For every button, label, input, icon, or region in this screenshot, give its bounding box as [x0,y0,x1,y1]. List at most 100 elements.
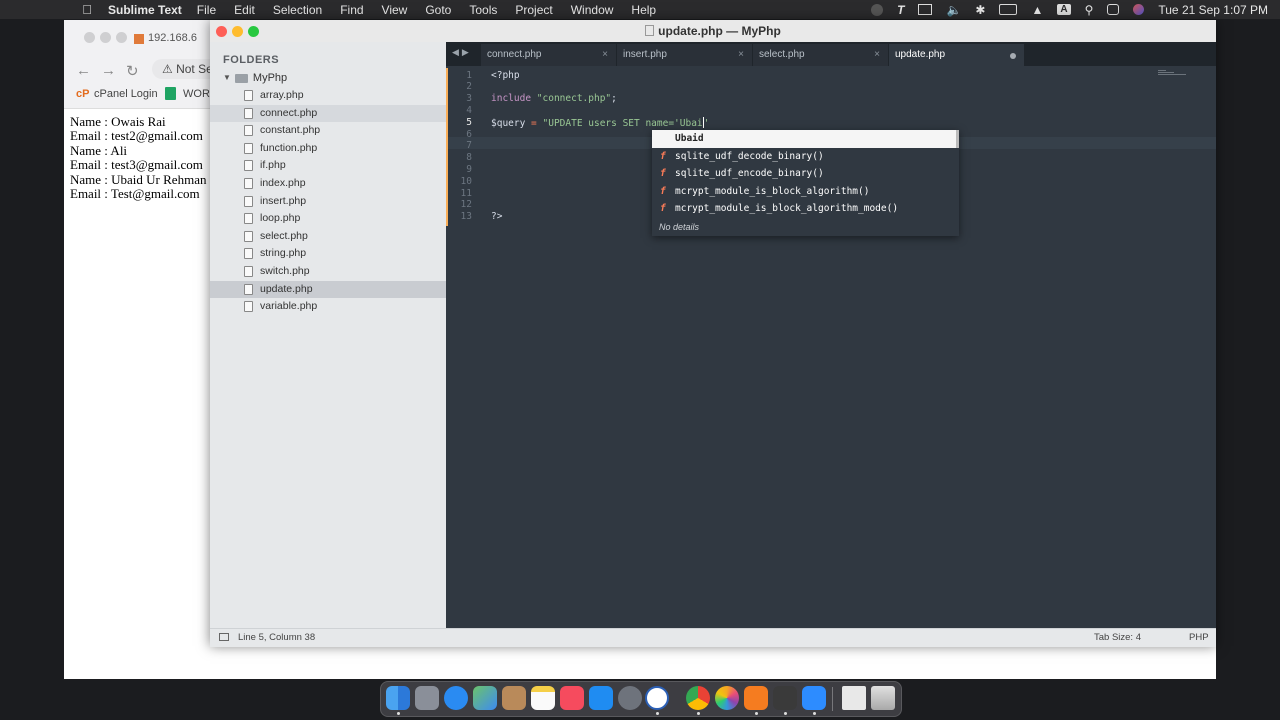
file-icon [244,248,253,260]
contacts-icon[interactable] [502,686,526,710]
app-store-icon[interactable] [589,686,613,710]
disclosure-triangle-icon[interactable]: ▼ [223,70,231,86]
minimap[interactable] [1158,70,1188,78]
browser-minimize-button[interactable] [100,32,111,43]
finder-icon[interactable] [386,686,410,710]
browser-zoom-button[interactable] [116,32,127,43]
menu-file[interactable]: File [197,3,216,17]
query-string-close: ' [703,117,710,129]
battery-icon[interactable] [999,4,1018,15]
spotlight-search-icon[interactable]: ⚲ [1085,3,1094,17]
preview-icon[interactable] [842,686,866,710]
chrome-icon[interactable] [686,686,710,710]
tab-select[interactable]: select.php × [753,44,889,66]
photos-icon[interactable] [715,686,739,710]
code-line-php-open: <?php [491,70,520,82]
safari-icon[interactable] [444,686,468,710]
display-icon[interactable] [918,4,933,15]
tab-insert[interactable]: insert.php × [617,44,753,66]
music-icon[interactable] [560,686,584,710]
sidebar-file-loop[interactable]: loop.php [210,210,446,227]
autocomplete-label: sqlite_udf_encode_binary() [675,168,824,180]
autocomplete-item[interactable]: f mcrypt_module_is_block_algorithm_mode() [652,200,959,218]
file-icon [244,178,253,189]
sidebar-file-label: connect.php [260,106,318,119]
apple-logo-icon[interactable]:  [80,2,94,17]
syntax-mode[interactable]: PHP [1189,629,1209,647]
bookmark-cpanel-login[interactable]: cPanel Login [94,88,158,100]
launchpad-icon[interactable] [415,686,439,710]
sidebar-file-array[interactable]: array.php [210,87,446,104]
sidebar-file-update[interactable]: update.php [210,280,446,298]
autocomplete-item[interactable]: f sqlite_udf_decode_binary() [652,147,959,166]
screen-record-icon[interactable] [871,3,884,16]
tab-close-icon[interactable]: × [874,44,880,66]
tab-close-icon[interactable]: × [738,44,744,66]
xampp-icon[interactable] [744,686,768,710]
unsaved-dot-icon[interactable] [1010,53,1016,59]
reload-icon[interactable]: ↻ [126,62,139,80]
running-indicator [397,712,400,715]
menu-selection[interactable]: Selection [273,3,322,17]
sidebar-file-index[interactable]: index.php [210,175,446,192]
system-preferences-icon[interactable] [618,686,642,710]
tab-connect[interactable]: connect.php × [481,44,617,66]
zoom-icon[interactable] [802,686,826,710]
keyboard-input-icon[interactable]: A [1057,4,1071,15]
volume-icon[interactable]: 🔈 [946,3,961,17]
php-close-tag: ?> [491,211,503,223]
tab-bar: ◀▶ connect.php × insert.php × select.php × … [446,42,1216,66]
tab-update[interactable]: update.php [889,44,1025,66]
menu-edit[interactable]: Edit [234,3,255,17]
menu-app-name[interactable]: Sublime Text [108,3,182,17]
tab-scroll-arrows-icon[interactable]: ◀▶ [452,47,472,58]
autocomplete-scrollbar[interactable] [956,130,959,148]
menu-goto[interactable]: Goto [425,3,451,17]
menu-tools[interactable]: Tools [469,3,497,17]
sidebar-file-connect[interactable]: connect.php [210,104,446,122]
back-arrow-icon[interactable]: ← [76,62,91,79]
sidebar-file-constant[interactable]: constant.php [210,122,446,139]
browser-close-button[interactable] [84,32,95,43]
sidebar-file-label: select.php [260,229,308,242]
browser-tab-title[interactable]: 192.168.6 [148,32,197,44]
autocomplete-item[interactable]: f sqlite_udf_encode_binary() [652,165,959,183]
menu-find[interactable]: Find [340,3,363,17]
menu-window[interactable]: Window [571,3,614,17]
tab-close-icon[interactable]: × [602,44,608,66]
autocomplete-item[interactable]: f mcrypt_module_is_block_algorithm() [652,182,959,201]
menu-view[interactable]: View [382,3,408,17]
sidebar-toggle-icon[interactable] [219,633,229,641]
notes-icon[interactable] [531,686,555,710]
menu-help[interactable]: Help [631,3,656,17]
window-title-text: update.php — MyPhp [658,24,781,38]
tab-size[interactable]: Tab Size: 4 [1094,629,1141,647]
content-line: Name : Ali [70,142,128,158]
bluetooth-icon[interactable]: ✱ [975,3,985,17]
line-number: 3 [466,93,472,105]
maps-icon[interactable] [473,686,497,710]
sidebar-file-select[interactable]: select.php [210,228,446,245]
trash-icon[interactable] [871,686,895,710]
sidebar-file-string[interactable]: string.php [210,245,446,262]
menu-clock[interactable]: Tue 21 Sep 1:07 PM [1158,3,1268,17]
sidebar-file-variable[interactable]: variable.php [210,298,446,315]
menu-project[interactable]: Project [515,3,552,17]
address-security-label: Not Se [176,62,213,76]
cursor-position[interactable]: Line 5, Column 38 [238,629,315,647]
wifi-icon[interactable]: ▲ [1031,3,1043,17]
word-icon[interactable] [645,686,669,710]
forward-arrow-icon[interactable]: → [101,62,116,79]
root-folder[interactable]: ▼ MyPhp [223,70,287,86]
sidebar-file-insert[interactable]: insert.php [210,193,446,210]
sidebar-file-switch[interactable]: switch.php [210,263,446,280]
siri-icon[interactable] [1133,4,1145,15]
sidebar-file-function[interactable]: function.php [210,140,446,157]
control-center-icon[interactable] [1107,4,1120,15]
autocomplete-item-selected[interactable]: Ubaid [652,130,959,148]
sidebar-file-if[interactable]: if.php [210,157,446,174]
typewriter-icon[interactable]: T [897,3,904,17]
folders-header: FOLDERS [223,54,280,66]
sublime-text-icon[interactable] [773,686,797,710]
address-bar[interactable]: ⚠ Not Se [152,59,218,79]
